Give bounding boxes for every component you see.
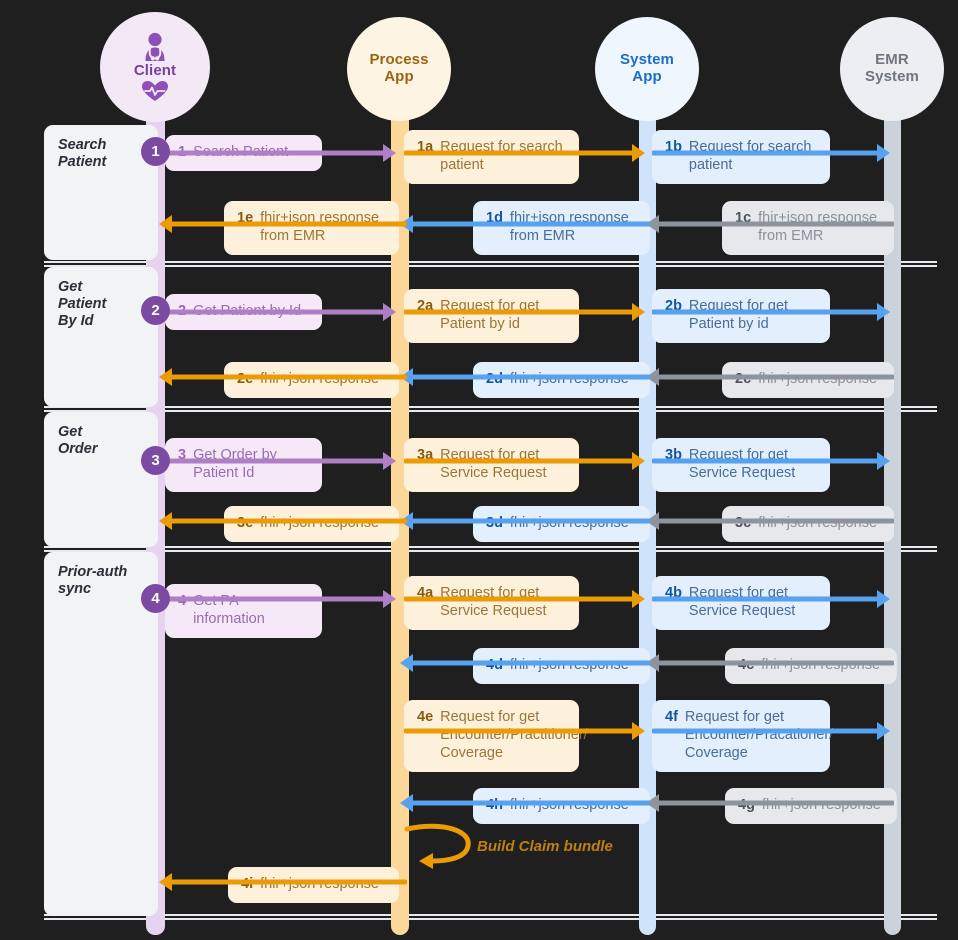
heart-pulse-icon xyxy=(141,80,169,102)
arrow-emr-to-system-4g xyxy=(646,790,894,816)
arrow-system-to-emr-1b xyxy=(652,140,890,166)
arrow-client-to-process-2 xyxy=(160,299,396,325)
section-divider xyxy=(44,914,937,916)
arrow-system-to-process-3d xyxy=(400,508,650,534)
step-badge-1: 1 xyxy=(141,137,170,166)
arrow-client-to-process-4 xyxy=(160,586,396,612)
arrow-system-to-emr-4b xyxy=(652,586,890,612)
section-divider xyxy=(44,406,937,408)
section-get-patient-by-id: Get Patient By Id xyxy=(44,267,158,407)
arrow-process-to-client-3e xyxy=(159,508,407,534)
section-get-order: Get Order xyxy=(44,412,158,547)
arrow-process-to-client-1e xyxy=(159,211,407,237)
arrow-process-to-system-1a xyxy=(404,140,645,166)
section-divider xyxy=(44,410,937,412)
section-prior-auth-sync: Prior-auth sync xyxy=(44,552,158,916)
arrow-client-to-process-1 xyxy=(160,140,396,166)
actor-label: EMR System xyxy=(865,51,919,85)
self-loop-build-claim-bundle xyxy=(403,823,483,871)
arrow-emr-to-system-1c xyxy=(646,211,894,237)
section-search-patient: Search Patient xyxy=(44,125,158,260)
arrow-process-to-client-4i xyxy=(159,869,407,895)
section-divider xyxy=(44,265,937,267)
doctor-stethoscope-icon xyxy=(138,32,172,62)
actor-client[interactable]: Client xyxy=(100,12,210,122)
arrow-process-to-client-2e xyxy=(159,364,407,390)
actor-label: Process App xyxy=(369,51,429,85)
step-badge-4: 4 xyxy=(141,584,170,613)
arrow-system-to-process-4d xyxy=(400,650,650,676)
arrow-system-to-emr-3b xyxy=(652,448,890,474)
arrow-process-to-system-4e xyxy=(404,718,645,744)
arrow-system-to-emr-2b xyxy=(652,299,890,325)
arrow-system-to-process-1d xyxy=(400,211,650,237)
arrow-client-to-process-3 xyxy=(160,448,396,474)
actor-process-app[interactable]: Process App xyxy=(347,17,451,121)
actor-label: System App xyxy=(620,51,674,85)
step-badge-2: 2 xyxy=(141,296,170,325)
section-divider xyxy=(44,550,937,552)
actor-system-app[interactable]: System App xyxy=(595,17,699,121)
arrow-emr-to-system-2c xyxy=(646,364,894,390)
arrow-system-to-process-4h xyxy=(400,790,650,816)
arrow-emr-to-system-3c xyxy=(646,508,894,534)
arrow-process-to-system-4a xyxy=(404,586,645,612)
arrow-system-to-emr-4f xyxy=(652,718,890,744)
arrow-emr-to-system-4c xyxy=(646,650,894,676)
section-divider xyxy=(44,261,937,263)
step-badge-3: 3 xyxy=(141,446,170,475)
self-loop-label: Build Claim bundle xyxy=(477,838,613,855)
actor-emr-system[interactable]: EMR System xyxy=(840,17,944,121)
sequence-diagram-canvas: Search Patient Get Patient By Id Get Ord… xyxy=(0,0,958,940)
arrow-process-to-system-3a xyxy=(404,448,645,474)
section-divider xyxy=(44,546,937,548)
actor-label: Client xyxy=(133,61,177,79)
arrow-process-to-system-2a xyxy=(404,299,645,325)
section-divider xyxy=(44,918,937,920)
arrow-system-to-process-2d xyxy=(400,364,650,390)
